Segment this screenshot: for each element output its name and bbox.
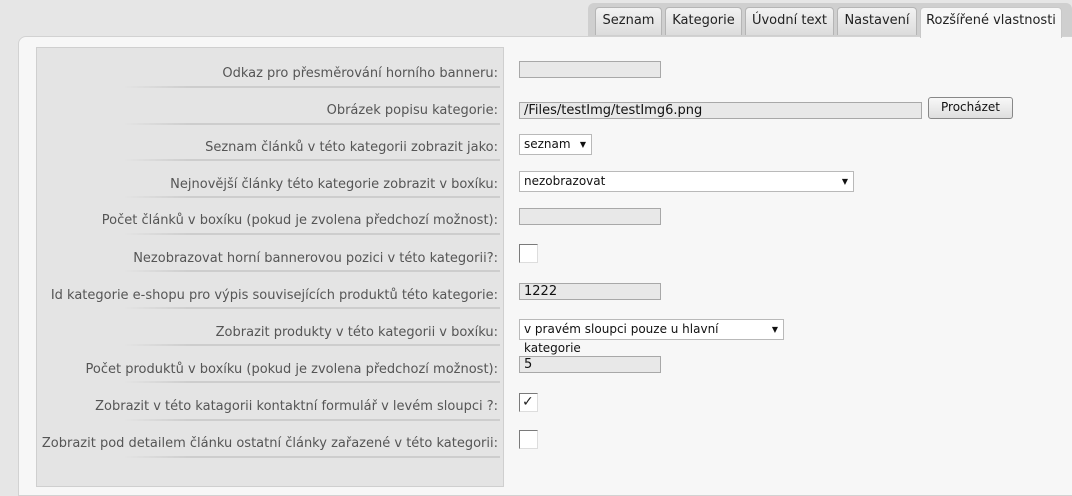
- contact-form-label: Zobrazit v této katagorii kontaktní form…: [95, 399, 498, 414]
- products-box-label: Zobrazit produkty v této kategorii v box…: [215, 325, 498, 340]
- row-separator: [123, 419, 500, 421]
- tab-uvodni-text[interactable]: Úvodní text: [745, 7, 834, 35]
- products-count-input[interactable]: [519, 356, 661, 373]
- latest-articles-select[interactable]: nezobrazovat ▼: [519, 171, 854, 192]
- category-image-input[interactable]: [519, 102, 922, 119]
- row-separator: [123, 456, 500, 458]
- hide-top-banner-label: Nezobrazovat horní bannerovou pozici v t…: [133, 251, 498, 266]
- dropdown-arrow-icon: ▼: [579, 140, 586, 149]
- category-image-label: Obrázek popisu kategorie:: [326, 103, 498, 118]
- articles-count-input[interactable]: [519, 208, 661, 225]
- related-articles-checkbox[interactable]: [519, 430, 538, 449]
- row-separator: [123, 381, 500, 383]
- latest-articles-label: Nejnovější články této kategorie zobrazi…: [170, 177, 498, 192]
- row-separator: [123, 196, 500, 198]
- tab-rozsirene-vlastnosti[interactable]: Rozšířené vlastnosti: [920, 7, 1062, 38]
- row-separator: [123, 159, 500, 161]
- row-separator: [123, 123, 500, 125]
- articles-display-select[interactable]: seznam ▼: [519, 134, 592, 155]
- eshop-category-id-label: Id kategorie e-shopu pro výpis souvisejí…: [50, 288, 498, 303]
- banner-redirect-label: Odkaz pro přesměrování horního banneru:: [222, 66, 498, 81]
- row-separator: [123, 270, 500, 272]
- latest-articles-value: nezobrazovat: [524, 174, 606, 188]
- hide-top-banner-checkbox[interactable]: [519, 244, 538, 263]
- tab-nastaveni[interactable]: Nastavení: [837, 7, 917, 35]
- tab-bar: Seznam Kategorie Úvodní text Nastavení R…: [0, 0, 1072, 40]
- checkmark-icon: ✓: [522, 394, 534, 410]
- articles-display-label: Seznam článků v této kategorii zobrazit …: [205, 140, 498, 155]
- tab-kategorie[interactable]: Kategorie: [665, 7, 742, 35]
- row-separator: [123, 86, 500, 88]
- browse-button[interactable]: Procházet: [928, 97, 1013, 119]
- products-box-select[interactable]: v pravém sloupci pouze u hlavní kategori…: [519, 319, 784, 355]
- row-separator: [123, 307, 500, 309]
- row-separator: [123, 233, 500, 235]
- dropdown-arrow-icon: ▼: [841, 177, 848, 186]
- contact-form-checkbox[interactable]: ✓: [519, 393, 538, 412]
- dropdown-arrow-icon: ▼: [771, 325, 778, 334]
- row-separator: [123, 344, 500, 346]
- eshop-category-id-input[interactable]: [519, 283, 661, 300]
- tab-seznam[interactable]: Seznam: [595, 7, 662, 35]
- related-articles-label: Zobrazit pod detailem článku ostatní člá…: [41, 436, 498, 451]
- banner-redirect-input[interactable]: [519, 61, 661, 78]
- products-count-label: Počet produktů v boxíku (pokud je zvolen…: [85, 362, 498, 377]
- articles-display-value: seznam: [524, 137, 571, 151]
- articles-count-label: Počet článků v boxíku (pokud je zvolena …: [101, 213, 498, 228]
